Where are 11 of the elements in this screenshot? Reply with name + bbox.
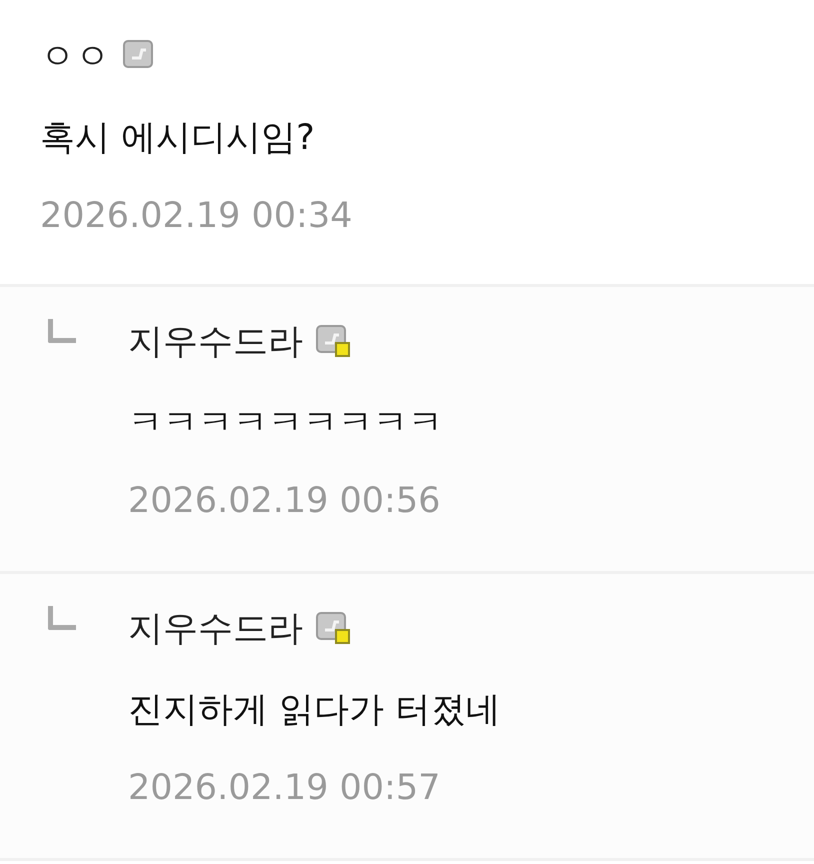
comment-text: ㅋㅋㅋㅋㅋㅋㅋㅋㅋ xyxy=(128,402,443,445)
comment-text: 진지하게 읽다가 터졌네 xyxy=(128,689,500,732)
comment-date: 2026.02.19 00:34 xyxy=(40,195,352,238)
comment-text: 혹시 에시디시임? xyxy=(40,117,316,160)
comment-date: 2026.02.19 00:57 xyxy=(128,767,442,810)
author-name[interactable]: 지우수드라 xyxy=(128,604,303,652)
author-name[interactable]: 지우수드라 xyxy=(128,318,303,364)
reply-corner-icon xyxy=(48,606,76,630)
author-name[interactable]: ㅇㅇ xyxy=(40,32,110,80)
comment-date: 2026.02.19 00:56 xyxy=(128,480,442,523)
reply-corner-icon xyxy=(48,319,76,343)
